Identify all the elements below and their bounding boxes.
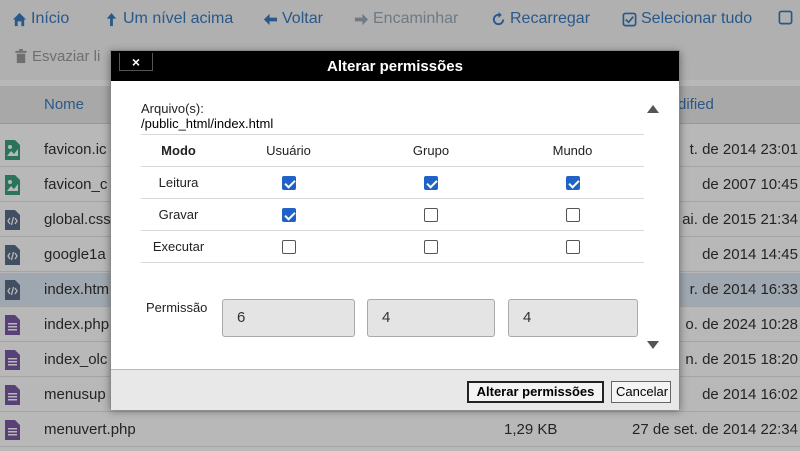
execute-user-checkbox[interactable] bbox=[281, 240, 296, 255]
write-group-checkbox[interactable] bbox=[424, 208, 438, 223]
scroll-up-arrow-icon[interactable] bbox=[647, 105, 659, 113]
permission-row-write: Gravar bbox=[141, 198, 644, 231]
write-user-checkbox[interactable] bbox=[281, 208, 296, 223]
world-permission-value[interactable]: 4 bbox=[508, 299, 638, 337]
read-user-checkbox[interactable] bbox=[281, 176, 296, 191]
cancel-button[interactable]: Cancelar bbox=[611, 381, 671, 403]
dialog-title: Alterar permissões bbox=[327, 58, 463, 75]
execute-group-checkbox[interactable] bbox=[424, 240, 438, 255]
dialog-body: Arquivo(s): /public_html/index.html Modo… bbox=[111, 81, 679, 369]
scroll-down-arrow-icon[interactable] bbox=[647, 341, 659, 349]
group-header: Grupo bbox=[361, 134, 501, 167]
mode-header: Modo bbox=[141, 134, 216, 167]
permission-row-read: Leitura bbox=[141, 166, 644, 199]
read-world-checkbox[interactable] bbox=[565, 176, 580, 191]
files-label: Arquivo(s): bbox=[141, 101, 204, 116]
user-header: Usuário bbox=[216, 134, 361, 167]
permission-row-execute: Executar bbox=[141, 230, 644, 263]
change-permissions-dialog: × Alterar permissões Arquivo(s): /public… bbox=[110, 50, 680, 410]
execute-world-checkbox[interactable] bbox=[565, 240, 580, 255]
execute-label: Executar bbox=[141, 230, 216, 263]
table-bottom-border bbox=[141, 262, 644, 264]
world-header: Mundo bbox=[501, 134, 644, 167]
group-permission-value[interactable]: 4 bbox=[367, 299, 495, 337]
dialog-footer: Alterar permissões Cancelar bbox=[111, 369, 679, 410]
write-label: Gravar bbox=[141, 198, 216, 231]
permission-label: Permissão bbox=[146, 300, 208, 315]
read-label: Leitura bbox=[141, 166, 216, 199]
file-path: /public_html/index.html bbox=[141, 116, 274, 131]
dialog-titlebar: × Alterar permissões bbox=[111, 51, 679, 81]
read-group-checkbox[interactable] bbox=[424, 176, 438, 191]
user-permission-value[interactable]: 6 bbox=[222, 299, 355, 337]
write-world-checkbox[interactable] bbox=[565, 208, 580, 223]
change-permissions-button[interactable]: Alterar permissões bbox=[467, 381, 604, 403]
permissions-header-row: Modo Usuário Grupo Mundo bbox=[141, 134, 644, 167]
permissions-table: Modo Usuário Grupo Mundo Leitura Gravar … bbox=[141, 134, 644, 264]
